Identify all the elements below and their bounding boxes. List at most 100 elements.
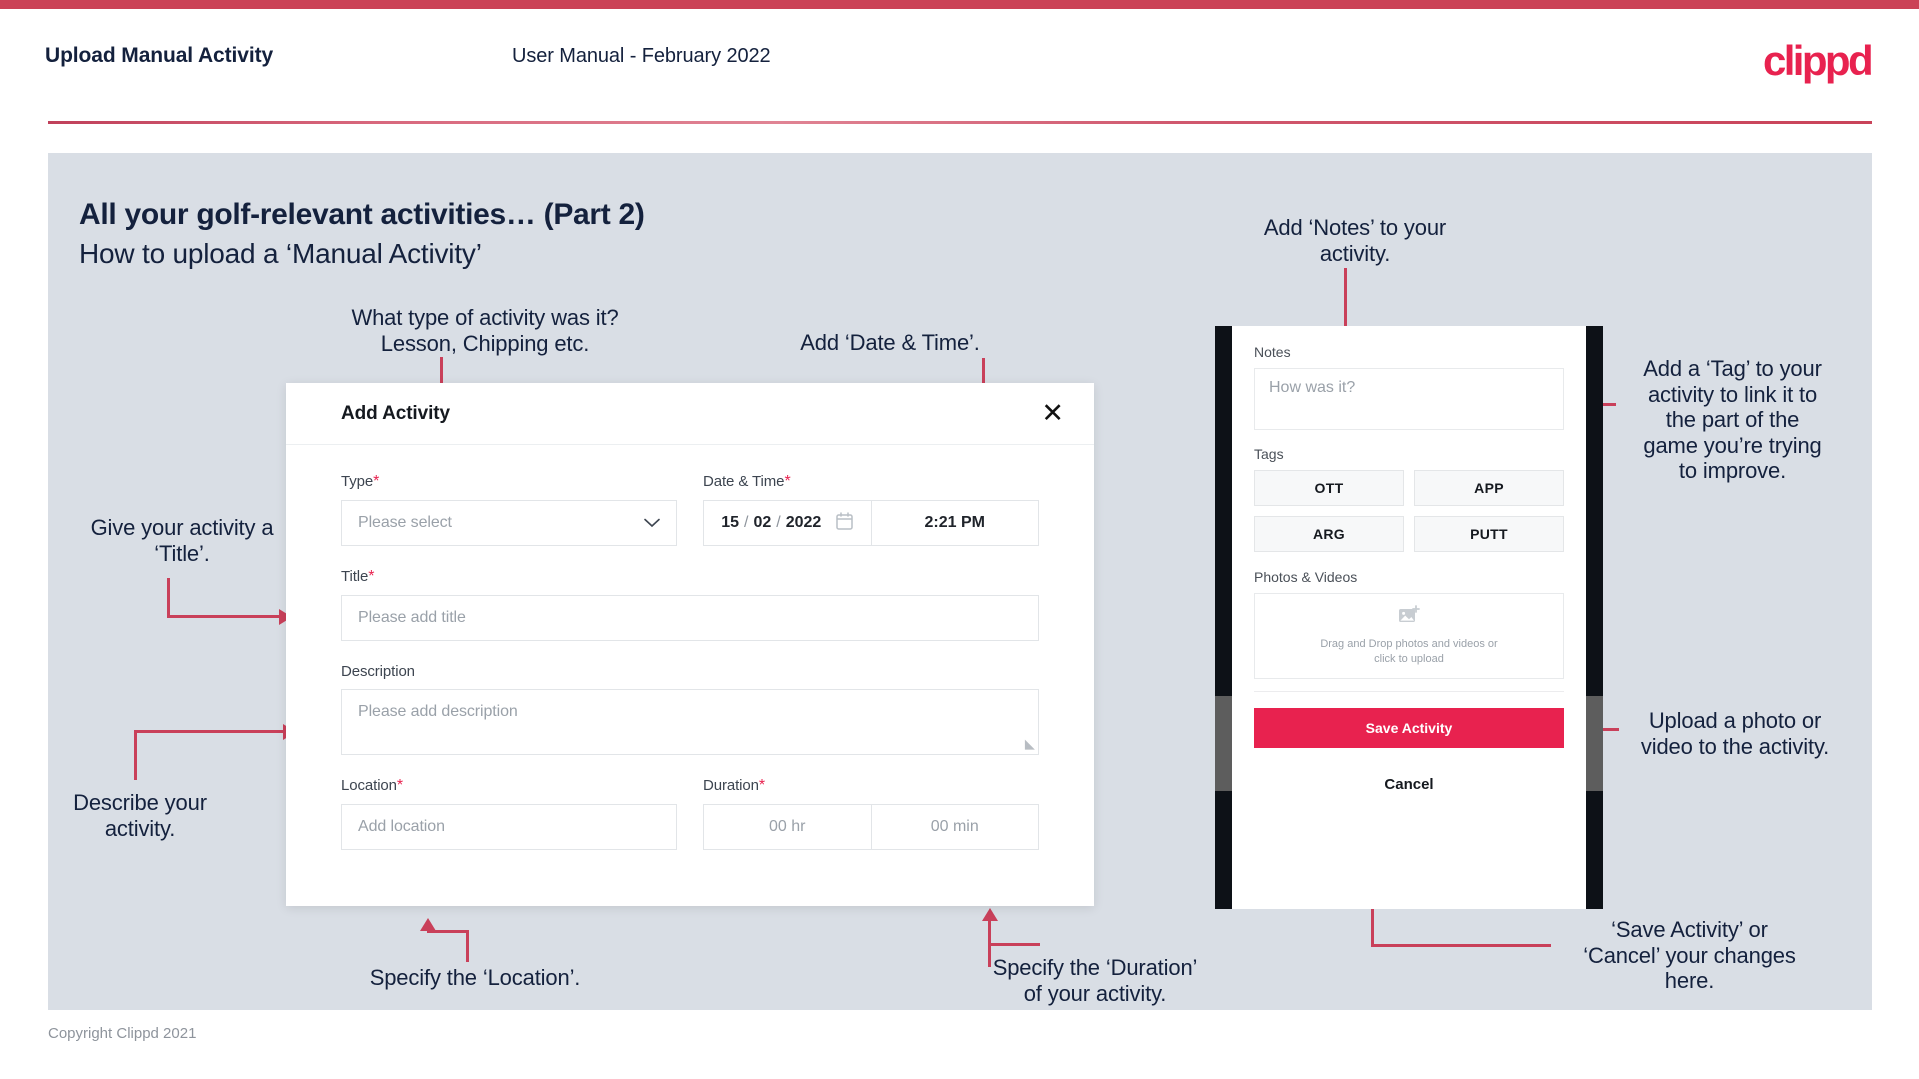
annotation-description: Describe your activity. bbox=[73, 790, 207, 841]
tag-ott[interactable]: OTT bbox=[1254, 470, 1404, 506]
type-label: Type* bbox=[341, 473, 677, 491]
duration-label-text: Duration bbox=[703, 777, 759, 794]
row-location-duration: Location* Add location Duration* 00 hr 0… bbox=[341, 777, 1039, 850]
description-placeholder: Please add description bbox=[358, 703, 518, 720]
slide-heading: All your golf-relevant activities… (Part… bbox=[79, 198, 645, 231]
annotation-title-line-v bbox=[167, 578, 170, 618]
type-select[interactable]: Please select bbox=[341, 500, 677, 546]
tag-arg[interactable]: ARG bbox=[1254, 516, 1404, 552]
title-label: Title* bbox=[341, 568, 1039, 586]
datetime-label-text: Date & Time bbox=[703, 473, 785, 490]
annotation-duration-arrowhead bbox=[982, 908, 998, 921]
clippd-logo: clippd bbox=[1762, 37, 1874, 84]
slide-subheading: How to upload a ‘Manual Activity’ bbox=[79, 238, 482, 269]
datetime-label: Date & Time* bbox=[703, 473, 1039, 491]
location-label-text: Location bbox=[341, 777, 397, 794]
type-label-text: Type bbox=[341, 473, 374, 490]
dialog-title: Add Activity bbox=[341, 402, 450, 424]
field-location: Location* Add location bbox=[341, 777, 677, 850]
copyright-text: Copyright Clippd 2021 bbox=[48, 1025, 197, 1042]
title-input[interactable]: Please add title bbox=[341, 595, 1039, 641]
annotation-title-line-h bbox=[167, 615, 281, 618]
cancel-button[interactable]: Cancel bbox=[1254, 776, 1564, 793]
phone-form: Notes How was it? Tags OTT APP ARG PUTT … bbox=[1232, 326, 1586, 793]
date-day: 15 bbox=[721, 514, 739, 531]
annotation-description-line-v bbox=[134, 730, 137, 780]
dialog-body: Type* Please select Date & Time* 15 / 02… bbox=[286, 445, 1094, 850]
date-sep-1: / bbox=[744, 514, 749, 531]
field-type: Type* Please select bbox=[341, 473, 677, 546]
annotation-title: Give your activity a ‘Title’. bbox=[90, 515, 274, 566]
date-year: 2022 bbox=[785, 514, 822, 531]
document-subtitle: User Manual - February 2022 bbox=[512, 45, 771, 67]
page-title: Upload Manual Activity bbox=[45, 44, 274, 67]
type-select-value: Please select bbox=[358, 514, 452, 531]
phone-mockup: Notes How was it? Tags OTT APP ARG PUTT … bbox=[1215, 326, 1603, 909]
notes-placeholder: How was it? bbox=[1269, 379, 1356, 396]
field-description: Description Please add description ◢ bbox=[341, 663, 1039, 755]
annotation-location-line-v bbox=[466, 930, 469, 962]
location-input[interactable]: Add location bbox=[341, 804, 677, 850]
phone-power-button-right bbox=[1586, 696, 1603, 791]
annotation-save: ‘Save Activity’ or ‘Cancel’ your changes h… bbox=[1583, 917, 1796, 994]
duration-label: Duration* bbox=[703, 777, 1039, 795]
save-activity-button[interactable]: Save Activity bbox=[1254, 708, 1564, 748]
annotation-upload: Upload a photo or video to the activity. bbox=[1640, 708, 1830, 759]
annotation-duration: Specify the ‘Duration’ of your activity. bbox=[992, 955, 1198, 1006]
photos-label: Photos & Videos bbox=[1254, 569, 1358, 585]
annotation-notes: Add ‘Notes’ to your activity. bbox=[1263, 215, 1447, 266]
date-sep-2: / bbox=[776, 514, 781, 531]
photo-dropzone[interactable]: Drag and Drop photos and videos or click… bbox=[1254, 593, 1564, 679]
title-label-text: Title bbox=[341, 568, 369, 585]
top-accent-bar bbox=[0, 0, 1919, 9]
tags-group: OTT APP ARG PUTT bbox=[1254, 470, 1564, 552]
phone-divider bbox=[1254, 691, 1564, 692]
annotation-location-arrowhead bbox=[420, 918, 436, 931]
phone-bezel-left bbox=[1215, 326, 1232, 909]
location-required-marker: * bbox=[396, 777, 404, 794]
datetime-group: 15 / 02 / 2022 2:21 PM bbox=[703, 500, 1039, 546]
notes-textarea[interactable]: How was it? bbox=[1254, 368, 1564, 430]
time-input[interactable]: 2:21 PM bbox=[870, 500, 1039, 546]
duration-group: 00 hr 00 min bbox=[703, 804, 1039, 850]
notes-label: Notes bbox=[1254, 344, 1291, 360]
annotation-datetime: Add ‘Date & Time’. bbox=[800, 330, 980, 355]
resize-handle-icon[interactable]: ◢ bbox=[1025, 736, 1035, 752]
annotation-duration-line-h bbox=[988, 943, 1040, 946]
location-label: Location* bbox=[341, 777, 677, 795]
date-month: 02 bbox=[753, 514, 772, 531]
annotation-description-line-h bbox=[134, 730, 286, 733]
add-image-icon bbox=[1398, 605, 1420, 630]
date-input[interactable]: 15 / 02 / 2022 bbox=[703, 500, 871, 546]
slide-page: Upload Manual Activity User Manual - Feb… bbox=[0, 0, 1919, 1079]
datetime-required-marker: * bbox=[784, 473, 791, 490]
duration-hours-input[interactable]: 00 hr bbox=[703, 804, 871, 850]
description-label-text: Description bbox=[341, 663, 415, 680]
duration-minutes-input[interactable]: 00 min bbox=[870, 804, 1039, 850]
phone-screen: Notes How was it? Tags OTT APP ARG PUTT … bbox=[1232, 326, 1586, 909]
annotation-tags: Add a ‘Tag’ to your activity to link it t… bbox=[1643, 356, 1822, 484]
add-activity-dialog: Add Activity ✕ Type* Please select Date … bbox=[286, 383, 1094, 906]
phone-volume-button-left bbox=[1215, 696, 1232, 791]
dropzone-text: Drag and Drop photos and videos or click… bbox=[1320, 638, 1498, 665]
location-placeholder: Add location bbox=[358, 818, 445, 835]
calendar-icon[interactable] bbox=[836, 511, 854, 535]
chevron-down-icon bbox=[644, 515, 660, 532]
field-datetime: Date & Time* 15 / 02 / 2022 2:21 PM bbox=[703, 473, 1039, 546]
title-input-placeholder: Please add title bbox=[358, 609, 466, 626]
row-type-datetime: Type* Please select Date & Time* 15 / 02… bbox=[341, 473, 1039, 546]
description-textarea[interactable]: Please add description ◢ bbox=[341, 689, 1039, 755]
tag-putt[interactable]: PUTT bbox=[1414, 516, 1564, 552]
dialog-header: Add Activity ✕ bbox=[286, 383, 1094, 445]
phone-bezel-right bbox=[1586, 326, 1603, 909]
annotation-location: Specify the ‘Location’. bbox=[369, 965, 581, 990]
type-required-marker: * bbox=[373, 473, 380, 490]
duration-required-marker: * bbox=[758, 777, 766, 794]
description-label: Description bbox=[341, 663, 1039, 680]
annotation-save-line-h bbox=[1371, 944, 1551, 947]
tags-label: Tags bbox=[1254, 446, 1284, 462]
tag-app[interactable]: APP bbox=[1414, 470, 1564, 506]
close-icon[interactable]: ✕ bbox=[1035, 398, 1070, 429]
header-divider bbox=[48, 121, 1872, 124]
field-duration: Duration* 00 hr 00 min bbox=[703, 777, 1039, 850]
